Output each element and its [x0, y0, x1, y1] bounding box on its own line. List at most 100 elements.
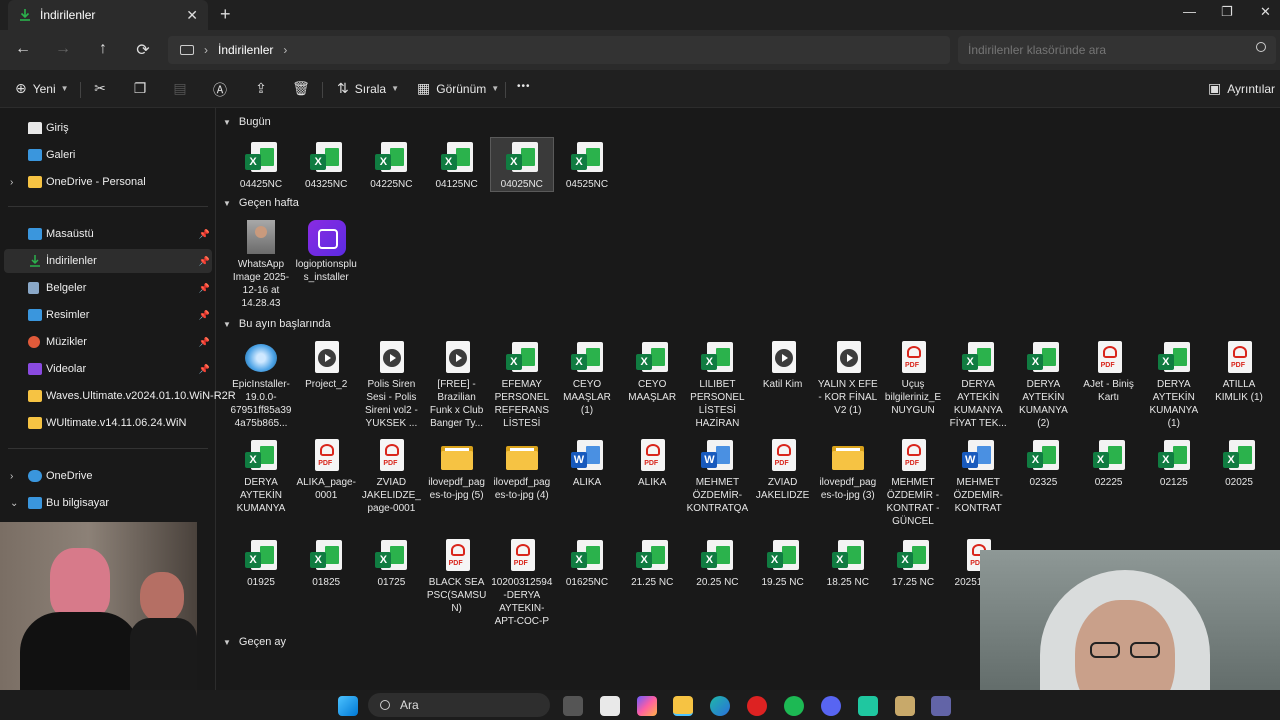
copy-icon[interactable]: ❐: [131, 80, 149, 97]
file-item[interactable]: YALIN X EFE - KOR FİNAL V2 (1): [817, 338, 879, 417]
file-item[interactable]: X 20.25 NC: [686, 536, 748, 589]
group-header-last-month[interactable]: ▼ Geçen ay: [223, 636, 286, 648]
file-item[interactable]: PDF BLACK SEA PSC(SAMSUN): [426, 536, 488, 615]
paste-icon[interactable]: ▤: [171, 80, 189, 97]
file-item[interactable]: PDF MEHMET ÖZDEMİR - KONTRAT - GÜNCEL: [882, 436, 944, 528]
file-explorer-icon[interactable]: [673, 696, 693, 716]
file-item[interactable]: PDF AJet - Biniş Kartı: [1078, 338, 1140, 404]
address-bar[interactable]: › İndirilenler ›: [168, 36, 950, 64]
file-item[interactable]: W MEHMET ÖZDEMİR-KONTRAT: [947, 436, 1009, 515]
search-input[interactable]: [958, 36, 1276, 64]
close-icon[interactable]: ✕: [186, 7, 198, 24]
file-item[interactable]: PDF ZVIAD JAKELIDZE_page-0001: [360, 436, 422, 515]
task-view-icon[interactable]: [563, 696, 583, 716]
sidebar-item-onedrive[interactable]: › OneDrive: [4, 464, 212, 488]
search-icon[interactable]: [1256, 42, 1266, 52]
sidebar-item-music[interactable]: Müzikler 📌: [4, 330, 212, 354]
forward-button[interactable]: →: [53, 40, 73, 58]
file-item[interactable]: ilovepdf_pages-to-jpg (4): [491, 436, 553, 502]
back-button[interactable]: ←: [13, 40, 33, 58]
file-item[interactable]: W MEHMET ÖZDEMİR-KONTRATQA: [686, 436, 748, 515]
new-tab-button[interactable]: +: [220, 4, 231, 25]
file-item[interactable]: X 04225NC: [360, 138, 422, 191]
file-item[interactable]: PDF ZVIAD JAKELIDZE: [752, 436, 814, 502]
rename-icon[interactable]: Ⓐ: [211, 80, 229, 100]
close-window-button[interactable]: ✕: [1260, 4, 1271, 20]
refresh-button[interactable]: ⟳: [133, 40, 153, 60]
game-icon[interactable]: [895, 696, 915, 716]
details-button[interactable]: ▣ Ayrıntılar: [1208, 80, 1275, 97]
sidebar-item-desktop[interactable]: Masaüstü 📌: [4, 222, 212, 246]
store-icon[interactable]: [600, 696, 620, 716]
chevron-down-icon[interactable]: ⌄: [10, 498, 18, 509]
sort-button[interactable]: ⇅ Sırala ▼: [337, 80, 399, 97]
file-item[interactable]: Polis Siren Sesi - Polis Sireni vol2 - Y…: [360, 338, 422, 430]
file-item[interactable]: X 17.25 NC: [882, 536, 944, 589]
teams-icon[interactable]: [931, 696, 951, 716]
file-item[interactable]: PDF 10200312594-DERYA AYTEKIN-APT-COC-P: [491, 536, 553, 628]
file-item[interactable]: PDF ATILLA KIMLIK (1): [1208, 338, 1270, 404]
share-icon[interactable]: ⇪: [252, 80, 270, 97]
view-button[interactable]: ▦ Görünüm ▼: [417, 80, 499, 97]
group-header-today[interactable]: ▼ Bugün: [223, 116, 271, 128]
file-item[interactable]: X 01625NC: [556, 536, 618, 589]
file-item[interactable]: Katil Kim: [752, 338, 814, 391]
file-item[interactable]: X LILIBET PERSONEL LİSTESİ HAZİRAN: [686, 338, 748, 430]
file-item[interactable]: X DERYA AYTEKİN KUMANYA (2): [1012, 338, 1074, 430]
taskbar-search[interactable]: Ara: [368, 693, 550, 717]
file-item[interactable]: [FREE] - Brazilian Funk x Club Banger Ty…: [426, 338, 488, 430]
sidebar-item-pictures[interactable]: Resimler 📌: [4, 303, 212, 327]
file-item[interactable]: X 02125: [1143, 436, 1205, 489]
maximize-button[interactable]: ❐: [1221, 4, 1233, 20]
chat-app-icon[interactable]: [858, 696, 878, 716]
cut-icon[interactable]: ✂: [91, 80, 109, 97]
file-item[interactable]: X EFEMAY PERSONEL REFERANS LİSTESİ: [491, 338, 553, 430]
start-icon[interactable]: [338, 696, 358, 716]
chevron-right-icon[interactable]: ›: [10, 471, 13, 482]
file-item[interactable]: X 04425NC: [230, 138, 292, 191]
chevron-right-icon[interactable]: ›: [283, 43, 287, 57]
file-item[interactable]: X CEYO MAAŞLAR: [621, 338, 683, 404]
breadcrumb-downloads[interactable]: İndirilenler: [218, 43, 273, 57]
file-item[interactable]: X 19.25 NC: [752, 536, 814, 589]
minimize-button[interactable]: —: [1183, 4, 1196, 19]
copilot-icon[interactable]: [637, 696, 657, 716]
file-item[interactable]: logioptionsplus_installer: [295, 218, 357, 284]
sidebar-item-gallery[interactable]: Galeri: [4, 143, 212, 167]
file-item[interactable]: PDF ALIKA_page-0001: [295, 436, 357, 502]
file-item[interactable]: X 01925: [230, 536, 292, 589]
file-item[interactable]: ilovepdf_pages-to-jpg (3): [817, 436, 879, 502]
file-item[interactable]: X 02025: [1208, 436, 1270, 489]
file-item[interactable]: X CEYO MAAŞLAR (1): [556, 338, 618, 417]
file-item[interactable]: ilovepdf_pages-to-jpg (5): [426, 436, 488, 502]
group-header-last-week[interactable]: ▼ Geçen hafta: [223, 197, 299, 209]
sidebar-item-onedrive-personal[interactable]: › OneDrive - Personal: [4, 170, 212, 194]
file-item[interactable]: X 02225: [1078, 436, 1140, 489]
edge-icon[interactable]: [710, 696, 730, 716]
file-item[interactable]: Project_2: [295, 338, 357, 391]
file-item[interactable]: X 04525NC: [556, 138, 618, 191]
file-item[interactable]: PDF ALIKA: [621, 436, 683, 489]
file-item[interactable]: PDF Uçuş bilgileriniz_ENUYGUN: [882, 338, 944, 417]
group-header-early-this-month[interactable]: ▼ Bu ayın başlarında: [223, 318, 331, 330]
file-item[interactable]: X 04125NC: [426, 138, 488, 191]
file-item[interactable]: WhatsApp Image 2025-12-16 at 14.28.43: [230, 218, 292, 310]
discord-icon[interactable]: [821, 696, 841, 716]
file-item[interactable]: X 01725: [360, 536, 422, 589]
file-item[interactable]: X DERYA AYTEKİN KUMANYA: [230, 436, 292, 515]
file-item[interactable]: X DERYA AYTEKİN KUMANYA (1): [1143, 338, 1205, 430]
file-item[interactable]: X 18.25 NC: [817, 536, 879, 589]
tab-downloads[interactable]: İndirilenler ✕: [8, 0, 208, 30]
file-item[interactable]: EpicInstaller-19.0.0-67951ff85a394a75b86…: [230, 338, 292, 430]
sidebar-item-home[interactable]: Giriş: [4, 116, 212, 140]
sidebar-item-waves-ultimate[interactable]: Waves.Ultimate.v2024.01.10.WiN-R2R: [4, 384, 236, 408]
sidebar-item-downloads[interactable]: İndirilenler 📌: [4, 249, 212, 273]
file-item[interactable]: X 04325NC: [295, 138, 357, 191]
new-button[interactable]: ⊕ Yeni ▼: [15, 80, 69, 97]
up-button[interactable]: ↑: [93, 40, 113, 58]
sidebar-item-this-pc[interactable]: ⌄ Bu bilgisayar: [4, 491, 212, 515]
spotify-icon[interactable]: [784, 696, 804, 716]
file-item[interactable]: W ALIKA: [556, 436, 618, 489]
sidebar-item-wultimate[interactable]: WUltimate.v14.11.06.24.WiN: [4, 411, 212, 435]
file-item[interactable]: X DERYA AYTEKİN KUMANYA FİYAT TEK...: [947, 338, 1009, 430]
